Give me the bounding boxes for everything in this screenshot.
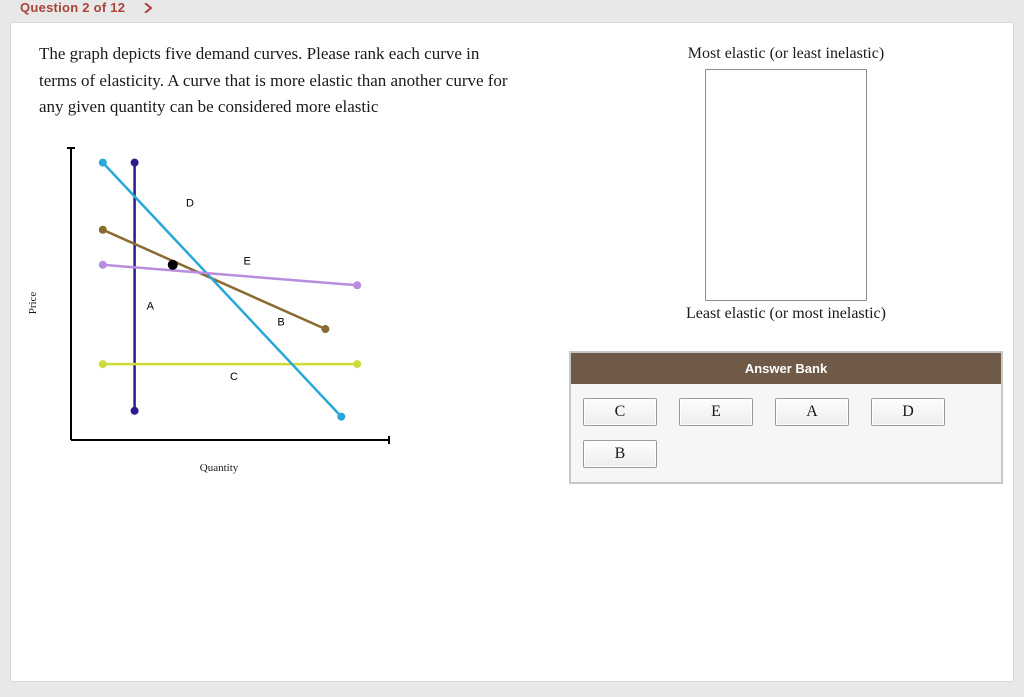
- chart-svg: A B C D E: [39, 138, 399, 468]
- demand-curves-chart: Price Quantity ABCDE: [39, 138, 399, 468]
- breadcrumb[interactable]: Question 2 of 12: [10, 0, 1014, 22]
- question-card: The graph depicts five demand curves. Pl…: [10, 22, 1014, 682]
- page: Question 2 of 12 The graph depicts five …: [0, 0, 1024, 697]
- answer-chip-a[interactable]: A: [775, 398, 849, 426]
- svg-text:B: B: [277, 317, 284, 329]
- answer-chip-e[interactable]: E: [679, 398, 753, 426]
- answer-chip-b[interactable]: B: [583, 440, 657, 468]
- question-prompt: The graph depicts five demand curves. Pl…: [39, 41, 509, 120]
- answer-bank: Answer Bank CEAD B: [569, 351, 1003, 484]
- svg-text:E: E: [244, 256, 251, 268]
- breadcrumb-label: Question 2 of 12: [20, 0, 125, 15]
- rank-dropzone[interactable]: [705, 69, 867, 301]
- rank-bottom-label: Least elastic (or most inelastic): [686, 305, 886, 323]
- answer-bank-body: CEAD B: [571, 384, 1001, 482]
- right-column: Most elastic (or least inelastic) Least …: [569, 41, 1003, 484]
- chevron-right-icon[interactable]: [143, 1, 153, 17]
- rank-top-label: Most elastic (or least inelastic): [688, 45, 884, 63]
- answer-bank-title: Answer Bank: [571, 353, 1001, 384]
- svg-text:D: D: [186, 198, 194, 210]
- answer-chip-d[interactable]: D: [871, 398, 945, 426]
- answer-chip-c[interactable]: C: [583, 398, 657, 426]
- svg-text:A: A: [147, 301, 155, 313]
- left-column: The graph depicts five demand curves. Pl…: [39, 41, 519, 484]
- y-axis-label: Price: [27, 292, 39, 315]
- svg-text:C: C: [230, 371, 238, 383]
